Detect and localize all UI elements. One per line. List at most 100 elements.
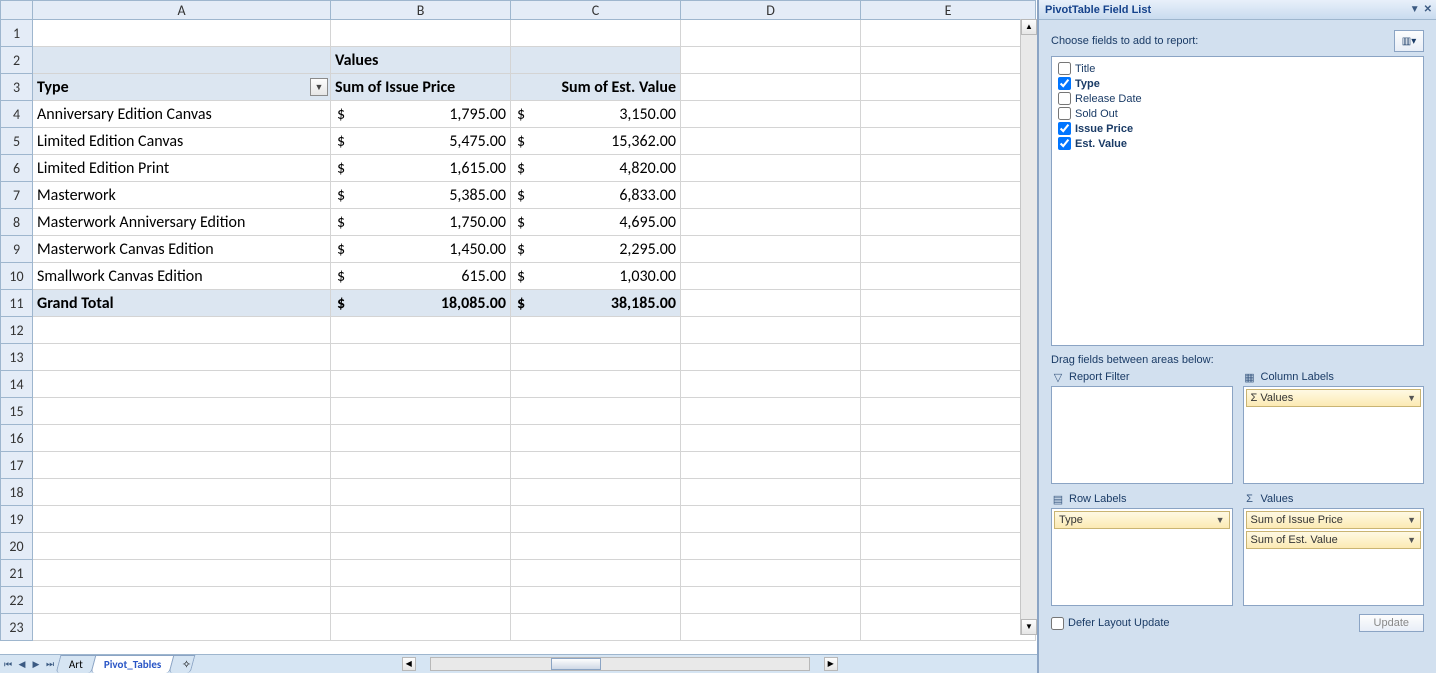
tab-last-icon[interactable]: ⏭ [44, 658, 56, 670]
field-item-type[interactable]: Type [1058, 76, 1417, 91]
table-row[interactable]: $5,475.00 [331, 128, 511, 155]
grand-total-c[interactable]: $38,185.00 [511, 290, 681, 317]
row-header[interactable]: 12 [1, 317, 33, 344]
row-header[interactable]: 4 [1, 101, 33, 128]
cell-B3[interactable]: Sum of Issue Price [331, 74, 511, 101]
chip-sum-issue-price[interactable]: Sum of Issue Price▼ [1246, 511, 1422, 529]
table-row[interactable]: $4,820.00 [511, 155, 681, 182]
defer-layout-checkbox-label[interactable]: Defer Layout Update [1051, 617, 1170, 630]
table-row[interactable]: $6,833.00 [511, 182, 681, 209]
row-header[interactable]: 1 [1, 20, 33, 47]
col-header-A[interactable]: A [33, 1, 331, 20]
scroll-up-button[interactable]: ▲ [1021, 19, 1037, 35]
scroll-right-button[interactable]: ▶ [824, 657, 838, 671]
row-header[interactable]: 7 [1, 182, 33, 209]
row-header[interactable]: 9 [1, 236, 33, 263]
values-area[interactable]: Sum of Issue Price▼ Sum of Est. Value▼ [1243, 508, 1425, 606]
table-row[interactable]: Limited Edition Canvas [33, 128, 331, 155]
table-row[interactable]: $615.00 [331, 263, 511, 290]
field-item-title[interactable]: Title [1058, 61, 1417, 76]
row-header[interactable]: 13 [1, 344, 33, 371]
row-header[interactable]: 3 [1, 74, 33, 101]
tab-next-icon[interactable]: ▶ [30, 658, 42, 670]
row-header[interactable]: 19 [1, 506, 33, 533]
chip-values[interactable]: Σ Values▼ [1246, 389, 1422, 407]
row-header[interactable]: 11 [1, 290, 33, 317]
table-row[interactable]: $1,795.00 [331, 101, 511, 128]
defer-layout-checkbox[interactable] [1051, 617, 1064, 630]
grid[interactable]: A B C D E 1 2 Values 3 Type ▼ Sum of Iss… [0, 0, 1036, 641]
row-header[interactable]: 23 [1, 614, 33, 641]
table-row[interactable]: $15,362.00 [511, 128, 681, 155]
row-header[interactable]: 6 [1, 155, 33, 182]
field-checkbox[interactable] [1058, 62, 1071, 75]
row-header[interactable]: 2 [1, 47, 33, 74]
type-filter-dropdown[interactable]: ▼ [310, 78, 328, 96]
field-list[interactable]: Title Type Release Date Sold Out Issue P… [1051, 56, 1424, 346]
grand-total-b[interactable]: $18,085.00 [331, 290, 511, 317]
table-row[interactable]: Masterwork Anniversary Edition [33, 209, 331, 236]
sheet-tab-art[interactable]: Art [56, 655, 97, 673]
table-row[interactable]: $5,385.00 [331, 182, 511, 209]
chevron-down-icon[interactable]: ▼ [1216, 515, 1225, 525]
chevron-down-icon[interactable]: ▼ [1407, 515, 1416, 525]
table-row[interactable]: $1,750.00 [331, 209, 511, 236]
cell-C2[interactable] [511, 47, 681, 74]
cell-A3-type-header[interactable]: Type ▼ [33, 74, 331, 101]
row-header[interactable]: 14 [1, 371, 33, 398]
table-row[interactable]: Smallwork Canvas Edition [33, 263, 331, 290]
row-header[interactable]: 22 [1, 587, 33, 614]
tab-prev-icon[interactable]: ◀ [16, 658, 28, 670]
table-row[interactable]: $2,295.00 [511, 236, 681, 263]
row-header[interactable]: 21 [1, 560, 33, 587]
row-header[interactable]: 5 [1, 128, 33, 155]
table-row[interactable]: Anniversary Edition Canvas [33, 101, 331, 128]
cell-C3[interactable]: Sum of Est. Value [511, 74, 681, 101]
table-row[interactable]: $1,450.00 [331, 236, 511, 263]
row-header[interactable]: 8 [1, 209, 33, 236]
field-checkbox[interactable] [1058, 92, 1071, 105]
tab-first-icon[interactable]: ⏮ [2, 658, 14, 670]
field-item-issue-price[interactable]: Issue Price [1058, 121, 1417, 136]
cell-B2[interactable]: Values [331, 47, 511, 74]
chevron-down-icon[interactable]: ▼ [1407, 393, 1416, 403]
row-header[interactable]: 16 [1, 425, 33, 452]
field-item-sold-out[interactable]: Sold Out [1058, 106, 1417, 121]
col-header-E[interactable]: E [861, 1, 1036, 20]
table-row[interactable]: $4,695.00 [511, 209, 681, 236]
field-item-est-value[interactable]: Est. Value [1058, 136, 1417, 151]
scroll-down-button[interactable]: ▼ [1021, 619, 1037, 635]
report-filter-area[interactable] [1051, 386, 1233, 484]
chevron-down-icon[interactable]: ▼ [1407, 535, 1416, 545]
table-row[interactable]: Masterwork Canvas Edition [33, 236, 331, 263]
horizontal-scrollbar[interactable]: ◀ ▶ [202, 655, 1037, 673]
col-header-D[interactable]: D [681, 1, 861, 20]
sheet-tab-pivot-tables[interactable]: Pivot_Tables [90, 655, 174, 673]
field-checkbox[interactable] [1058, 137, 1071, 150]
table-row[interactable]: $1,030.00 [511, 263, 681, 290]
vertical-scrollbar[interactable]: ▲ ▼ [1020, 19, 1037, 635]
select-all-corner[interactable] [1, 1, 33, 20]
field-checkbox[interactable] [1058, 107, 1071, 120]
col-header-B[interactable]: B [331, 1, 511, 20]
chip-type[interactable]: Type▼ [1054, 511, 1230, 529]
field-checkbox[interactable] [1058, 77, 1071, 90]
table-row[interactable]: Limited Edition Print [33, 155, 331, 182]
scroll-thumb[interactable] [1021, 35, 1037, 619]
row-header[interactable]: 17 [1, 452, 33, 479]
grand-total-label[interactable]: Grand Total [33, 290, 331, 317]
pane-title-bar[interactable]: PivotTable Field List ▼ ✕ [1039, 0, 1436, 20]
scroll-left-button[interactable]: ◀ [402, 657, 416, 671]
row-header[interactable]: 18 [1, 479, 33, 506]
column-labels-area[interactable]: Σ Values▼ [1243, 386, 1425, 484]
table-row[interactable]: Masterwork [33, 182, 331, 209]
scroll-thumb[interactable] [551, 658, 601, 670]
chevron-down-icon[interactable]: ▼ [1410, 4, 1420, 15]
close-icon[interactable]: ✕ [1424, 4, 1432, 15]
row-labels-area[interactable]: Type▼ [1051, 508, 1233, 606]
row-header[interactable]: 10 [1, 263, 33, 290]
update-button[interactable]: Update [1359, 614, 1424, 632]
table-row[interactable]: $3,150.00 [511, 101, 681, 128]
field-checkbox[interactable] [1058, 122, 1071, 135]
cell-A2[interactable] [33, 47, 331, 74]
